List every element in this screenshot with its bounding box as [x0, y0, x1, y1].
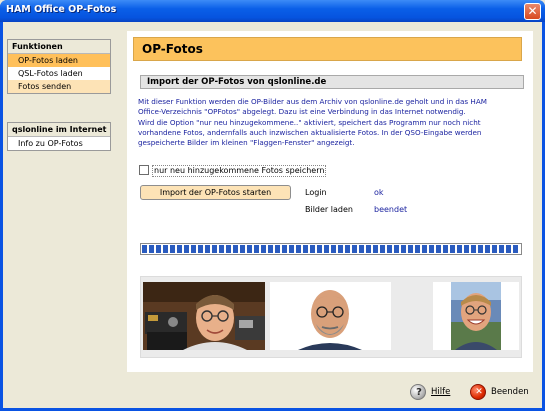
photo-strip [140, 276, 522, 358]
progress-bar [140, 243, 522, 255]
exit-icon [470, 384, 487, 400]
client-area: Funktionen OP-Fotos laden QSL-Fotos lade… [3, 22, 542, 408]
op-photo-1 [143, 282, 265, 350]
progress-fill [142, 245, 520, 253]
new-only-checkbox-label[interactable]: nur neu hinzugekommene Fotos speichern [152, 165, 327, 177]
description-line: Mit dieser Funktion werden die OP-Bilder… [138, 97, 487, 106]
help-icon [410, 384, 427, 400]
nav-header-qslonline: qslonline im Internet [8, 123, 110, 137]
section-title: Import der OP-Fotos von qslonline.de [147, 77, 327, 87]
nav-item-fotos-senden[interactable]: Fotos senden [8, 80, 110, 93]
nav-item-qsl-fotos-laden[interactable]: QSL-Fotos laden [8, 67, 110, 80]
new-only-checkbox[interactable] [139, 165, 149, 175]
nav-item-info-op-fotos[interactable]: Info zu OP-Fotos [8, 137, 110, 150]
exit-button[interactable]: Beenden [470, 381, 529, 403]
nav-item-op-fotos-laden[interactable]: OP-Fotos laden [8, 54, 110, 67]
page-header: OP-Fotos [133, 37, 522, 61]
window-title: HAM Office OP-Fotos [6, 4, 117, 15]
nav-panel-funktionen: Funktionen OP-Fotos laden QSL-Fotos lade… [7, 39, 111, 94]
app-window: HAM Office OP-Fotos ✕ Funktionen OP-Foto… [0, 0, 545, 411]
nav-panel-qslonline: qslonline im Internet Info zu OP-Fotos [7, 122, 111, 151]
close-icon: ✕ [527, 4, 538, 18]
description-line: gespeicherte Bilder im kleinen "Flaggen-… [138, 138, 355, 148]
title-bar[interactable]: HAM Office OP-Fotos ✕ [0, 0, 545, 22]
start-import-button[interactable]: Import der OP-Fotos starten [140, 185, 291, 200]
login-status: ok [374, 188, 384, 197]
help-button-label: Hilfe [431, 387, 451, 397]
images-label: Bilder laden [305, 205, 353, 214]
close-button[interactable]: ✕ [524, 3, 541, 20]
description-line: Office-Verzeichnis "OPFotos" abgelegt. D… [138, 107, 466, 117]
description-line: vorhandene Fotos, andernfalls auch inzwi… [138, 127, 482, 137]
op-photo-2 [270, 282, 391, 350]
login-label: Login [305, 188, 327, 197]
section-header: Import der OP-Fotos von qslonline.de [140, 75, 524, 89]
exit-button-label: Beenden [491, 387, 529, 397]
nav-header-funktionen: Funktionen [8, 40, 110, 54]
description: Mit dieser Funktion werden die OP-Bilder… [138, 97, 528, 148]
op-photo-3 [433, 282, 519, 350]
description-line: Wird die Option "nur neu hinzugekommene.… [138, 117, 481, 127]
images-status: beendet [374, 205, 408, 214]
page-title: OP-Fotos [142, 42, 203, 56]
help-button[interactable]: Hilfe [410, 381, 450, 403]
main-panel: OP-Fotos Import der OP-Fotos von qslonli… [127, 31, 533, 372]
